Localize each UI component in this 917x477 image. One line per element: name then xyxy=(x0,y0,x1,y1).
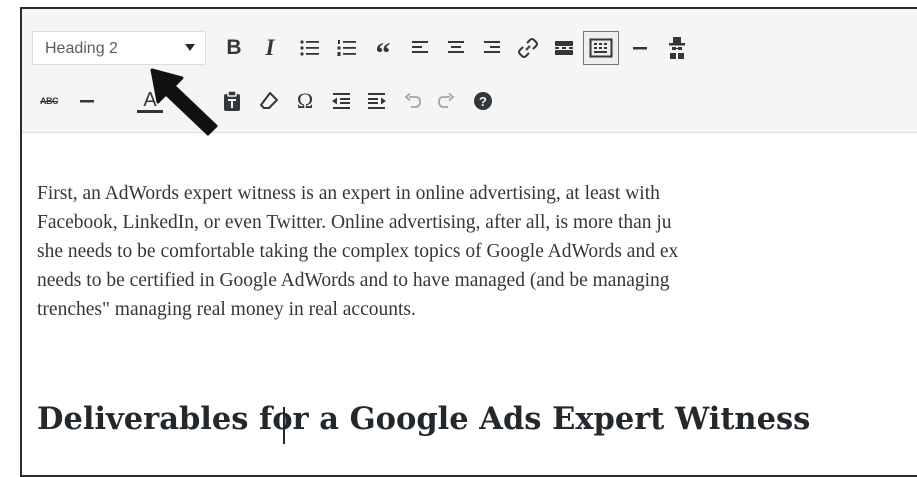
align-right-icon xyxy=(484,41,500,53)
indent-icon xyxy=(368,93,386,109)
align-right-button[interactable] xyxy=(477,31,507,65)
redo-button[interactable] xyxy=(431,84,461,118)
align-left-icon xyxy=(412,41,428,53)
horizontal-line-button[interactable] xyxy=(625,31,655,65)
align-left-button[interactable] xyxy=(405,31,435,65)
text-cursor xyxy=(283,407,285,444)
chevron-down-icon xyxy=(185,44,195,51)
align-center-button[interactable] xyxy=(441,31,471,65)
toolbar-row-1: Heading 2 B I “ xyxy=(22,31,917,69)
bold-icon: B xyxy=(226,36,242,59)
clear-formatting-button[interactable] xyxy=(254,84,284,118)
bulleted-list-icon xyxy=(300,40,319,56)
horizontal-line-icon xyxy=(80,100,94,103)
horizontal-line-button-2[interactable] xyxy=(72,84,102,118)
outdent-icon xyxy=(332,93,350,109)
italic-icon: I xyxy=(265,35,275,60)
read-more-button[interactable] xyxy=(549,31,579,65)
format-select-value: Heading 2 xyxy=(45,40,118,57)
post-content-paragraph[interactable]: First, an AdWords expert witness is an e… xyxy=(37,179,917,324)
post-heading-h2[interactable]: Deliverables for a Google Ads Expert Wit… xyxy=(37,401,810,437)
horizontal-line-icon xyxy=(633,47,647,50)
undo-button[interactable] xyxy=(398,84,428,118)
paragraph-line: she needs to be comfortable taking the c… xyxy=(37,241,679,262)
clear-formatting-icon xyxy=(260,92,278,109)
undo-icon xyxy=(404,92,421,108)
annotation-arrow-icon xyxy=(150,68,218,136)
toolbar-toggle-icon xyxy=(589,38,613,58)
paragraph-line: trenches" managing real money in real ac… xyxy=(37,299,416,320)
spy-icon xyxy=(669,37,685,59)
toolbar-toggle-button[interactable] xyxy=(583,31,619,65)
outdent-button[interactable] xyxy=(326,84,356,118)
bulleted-list-button[interactable] xyxy=(295,31,325,65)
spy-button[interactable] xyxy=(662,31,692,65)
help-button[interactable]: ? xyxy=(468,84,498,118)
redo-icon xyxy=(438,92,455,108)
italic-button[interactable]: I xyxy=(255,31,285,65)
blockquote-icon: “ xyxy=(375,37,391,70)
paragraph-line: Facebook, LinkedIn, or even Twitter. Onl… xyxy=(37,212,672,233)
strikethrough-button[interactable]: ABC xyxy=(34,84,64,118)
bold-button[interactable]: B xyxy=(219,31,249,65)
insert-link-icon xyxy=(518,38,538,58)
paragraph-line: First, an AdWords expert witness is an e… xyxy=(37,183,660,204)
help-icon-glyph: ? xyxy=(479,93,487,109)
help-icon: ? xyxy=(474,92,492,110)
numbered-list-icon xyxy=(337,40,356,56)
align-center-icon xyxy=(448,41,464,53)
indent-button[interactable] xyxy=(362,84,392,118)
read-more-icon xyxy=(555,41,573,55)
insert-link-button[interactable] xyxy=(513,31,543,65)
paragraph-line: needs to be certified in Google AdWords … xyxy=(37,270,670,291)
blockquote-button[interactable]: “ xyxy=(368,31,398,69)
special-character-icon: Ω xyxy=(296,88,314,113)
format-select[interactable]: Heading 2 xyxy=(32,31,206,65)
special-character-button[interactable]: Ω xyxy=(290,84,320,118)
numbered-list-button[interactable] xyxy=(332,31,362,65)
strikethrough-icon: ABC xyxy=(40,96,59,106)
